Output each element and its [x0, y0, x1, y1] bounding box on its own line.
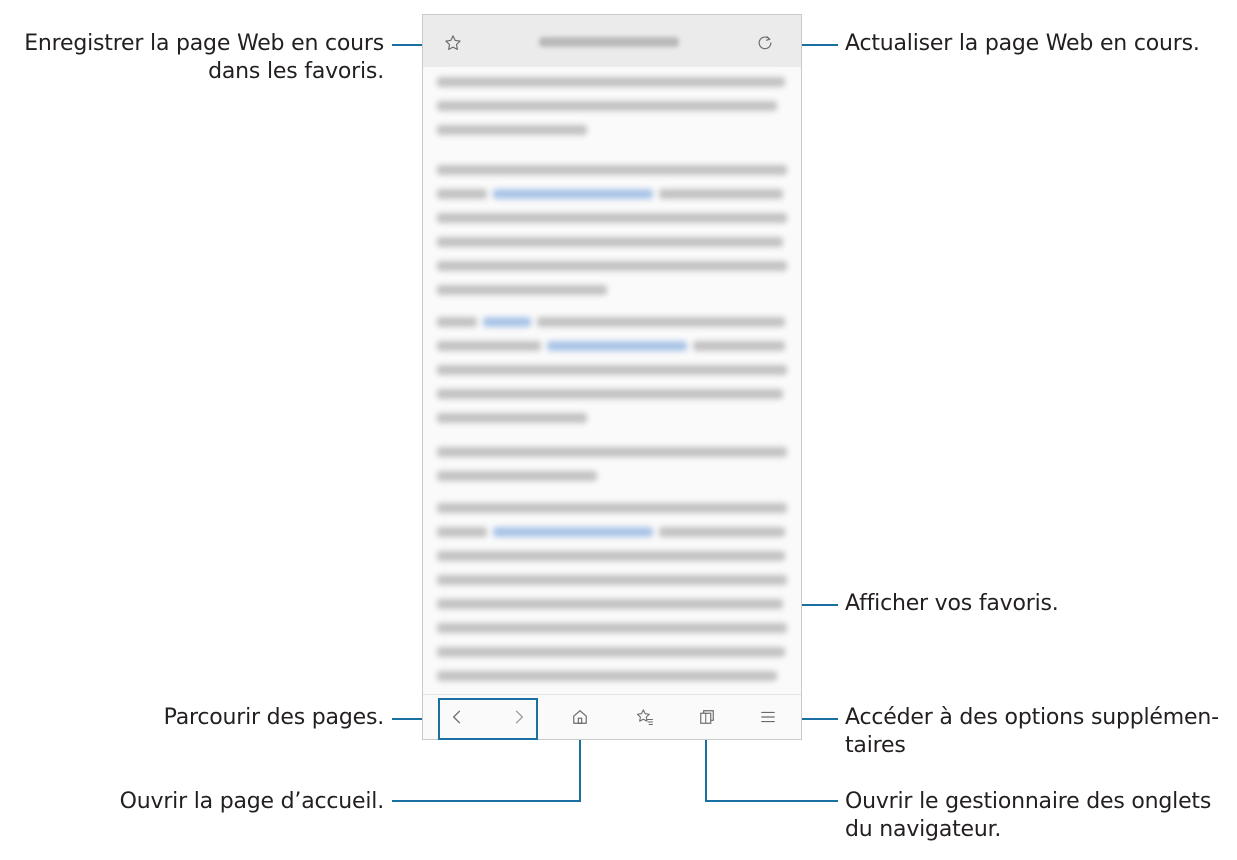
leader-home-v — [579, 730, 581, 802]
text-line — [437, 165, 787, 175]
navigation-highlight-box — [438, 698, 538, 740]
text-line — [659, 527, 785, 537]
text-line — [437, 77, 785, 87]
star-icon[interactable] — [439, 29, 467, 57]
text-line — [693, 341, 785, 351]
text-line — [437, 125, 587, 135]
text-link[interactable] — [493, 189, 653, 199]
browser-screen — [422, 14, 802, 740]
home-icon[interactable] — [566, 703, 594, 731]
text-line — [437, 671, 777, 681]
web-page-content[interactable] — [423, 67, 801, 695]
text-link[interactable] — [483, 317, 531, 327]
text-line — [437, 389, 783, 399]
menu-icon[interactable] — [754, 703, 782, 731]
leader-home-h — [392, 800, 581, 802]
callout-bookmark-add-line2: dans les favoris. — [208, 59, 384, 84]
text-line — [437, 285, 607, 295]
text-line — [437, 599, 783, 609]
text-line — [437, 101, 777, 111]
text-line — [437, 317, 477, 327]
callout-bookmarks-view: Afficher vos favoris. — [845, 591, 1059, 616]
callout-tabs-line2: du navigateur. — [845, 817, 1002, 842]
tabs-icon[interactable] — [693, 703, 721, 731]
bookmarks-icon[interactable] — [631, 703, 659, 731]
text-line — [437, 647, 785, 657]
text-line — [659, 189, 783, 199]
leader-tabs-v — [705, 730, 707, 802]
callout-tabs-line1: Ouvrir le gestionnaire des onglets — [845, 789, 1212, 814]
callout-bookmark-add-line1: Enregistrer la page Web en cours — [24, 31, 384, 56]
refresh-icon[interactable] — [751, 29, 779, 57]
text-line — [437, 623, 787, 633]
address-bar[interactable] — [423, 15, 801, 67]
text-line — [437, 365, 787, 375]
url-text[interactable] — [539, 37, 679, 47]
text-line — [437, 503, 787, 513]
callout-more-options-line2: taires — [845, 733, 906, 758]
text-line — [437, 189, 487, 199]
callout-more-options: Accéder à des options supplémen- taires — [845, 704, 1219, 760]
callout-more-options-line1: Accéder à des options supplémen- — [845, 705, 1219, 730]
callout-bookmark-add: Enregistrer la page Web en cours dans le… — [0, 30, 384, 86]
text-line — [437, 261, 787, 271]
callout-tabs: Ouvrir le gestionnaire des onglets du na… — [845, 788, 1211, 844]
callout-home: Ouvrir la page d’accueil. — [119, 789, 385, 814]
text-line — [437, 413, 587, 423]
text-line — [437, 551, 785, 561]
callout-refresh: Actualiser la page Web en cours. — [845, 31, 1200, 56]
text-line — [437, 213, 787, 223]
text-link[interactable] — [493, 527, 653, 537]
text-line — [437, 237, 783, 247]
text-line — [437, 471, 597, 481]
text-link[interactable] — [547, 341, 687, 351]
text-line — [437, 575, 787, 585]
text-line — [437, 527, 487, 537]
callout-navigate: Parcourir des pages. — [163, 705, 385, 730]
leader-tabs-h — [705, 800, 838, 802]
text-line — [437, 447, 787, 457]
text-line — [537, 317, 785, 327]
text-line — [437, 341, 541, 351]
